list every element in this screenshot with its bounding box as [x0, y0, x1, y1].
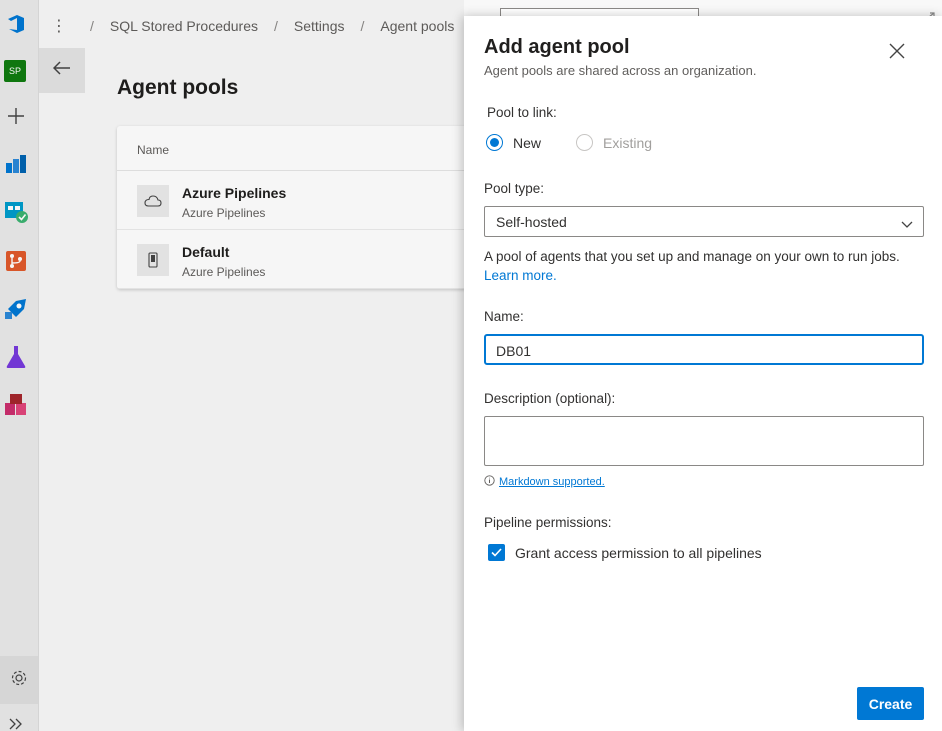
pool-type-label: Pool type:	[484, 181, 545, 196]
close-icon	[889, 43, 905, 64]
learn-more-link[interactable]: Learn more.	[484, 268, 557, 283]
chevron-down-icon	[901, 216, 913, 232]
radio-new[interactable]: New	[486, 134, 541, 151]
pool-to-link-label: Pool to link:	[487, 105, 557, 120]
radio-new-label: New	[513, 134, 542, 151]
pipeline-permissions-label: Pipeline permissions:	[484, 515, 612, 530]
description-textarea[interactable]	[484, 416, 924, 466]
markdown-supported-link[interactable]: Markdown supported.	[499, 476, 605, 488]
name-input[interactable]: DB01	[484, 334, 924, 365]
radio-existing[interactable]: Existing	[576, 134, 652, 151]
panel-subtitle: Agent pools are shared across an organiz…	[484, 63, 757, 78]
info-icon	[484, 475, 495, 489]
grant-access-checkbox-row[interactable]: Grant access permission to all pipelines	[488, 544, 762, 561]
grant-access-checkbox[interactable]	[488, 544, 505, 561]
radio-new-indicator[interactable]	[486, 134, 503, 151]
pool-type-value: Self-hosted	[496, 214, 567, 230]
pool-type-help: A pool of agents that you set up and man…	[484, 247, 904, 285]
description-label: Description (optional):	[484, 391, 616, 406]
panel-title: Add agent pool	[484, 36, 630, 58]
radio-existing-label: Existing	[603, 134, 653, 151]
radio-existing-indicator[interactable]	[576, 134, 593, 151]
markdown-hint: Markdown supported.	[484, 475, 605, 489]
pool-type-dropdown[interactable]: Self-hosted	[484, 206, 924, 237]
add-agent-pool-panel: Add agent pool Agent pools are shared ac…	[464, 16, 942, 731]
help-text: A pool of agents that you set up and man…	[484, 249, 900, 264]
name-label: Name:	[484, 309, 524, 324]
close-button[interactable]	[886, 42, 908, 64]
create-button[interactable]: Create	[857, 687, 924, 720]
modal-overlay	[0, 0, 464, 731]
grant-access-label: Grant access permission to all pipelines	[515, 544, 762, 561]
